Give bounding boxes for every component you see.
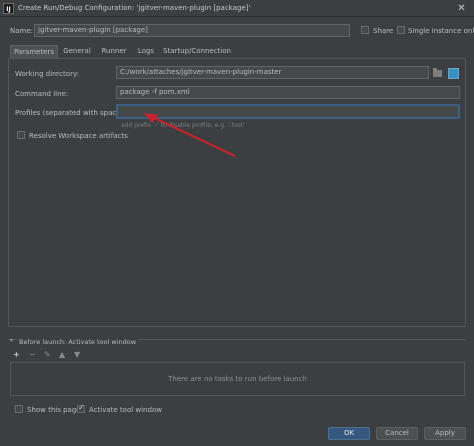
working-directory-label: Working directory: bbox=[15, 70, 79, 78]
move-down-icon[interactable]: ▼ bbox=[74, 350, 80, 360]
annotation-arrow-icon bbox=[144, 113, 236, 157]
close-icon[interactable]: ✕ bbox=[455, 2, 468, 15]
edit-task-icon[interactable]: ✎ bbox=[44, 350, 51, 360]
tab-startup-connection[interactable]: Startup/Connection bbox=[163, 45, 231, 58]
resolve-workspace-label: Resolve Workspace artifacts bbox=[29, 132, 128, 140]
window-title: Create Run/Debug Configuration: 'jgitver… bbox=[18, 4, 251, 12]
tab-runner[interactable]: Runner bbox=[98, 45, 130, 58]
show-page-label: Show this page bbox=[27, 406, 81, 414]
activate-tool-window-checkbox[interactable] bbox=[77, 403, 85, 413]
intellij-app-icon: IJ bbox=[3, 3, 14, 14]
command-line-label: Command line: bbox=[15, 90, 69, 98]
working-directory-input[interactable]: C:/work/attaches/jgitver-maven-plugin-ma… bbox=[116, 66, 429, 79]
apply-button[interactable]: Apply bbox=[424, 427, 466, 440]
move-up-icon[interactable]: ▲ bbox=[59, 350, 65, 360]
share-checkbox[interactable] bbox=[361, 26, 369, 34]
share-label: Share bbox=[373, 27, 394, 35]
before-launch-title: Before launch: Activate tool window bbox=[17, 338, 139, 346]
single-instance-label: Single instance only bbox=[408, 27, 474, 35]
show-page-checkbox[interactable] bbox=[15, 405, 23, 413]
title-bar: IJ Create Run/Debug Configuration: 'jgit… bbox=[0, 0, 474, 17]
name-label: Name: bbox=[10, 27, 34, 35]
folder-icon[interactable] bbox=[433, 68, 442, 77]
remove-task-icon[interactable]: − bbox=[29, 350, 36, 360]
collapse-arrow-icon[interactable]: ▾ bbox=[10, 337, 13, 344]
command-line-input[interactable]: package -f pom.xml bbox=[116, 86, 460, 99]
tab-parameters[interactable]: Parameters bbox=[10, 45, 58, 58]
ok-button[interactable]: OK bbox=[328, 427, 370, 440]
empty-tasks-message: There are no tasks to run before launch bbox=[168, 375, 307, 383]
cancel-button[interactable]: Cancel bbox=[376, 427, 418, 440]
tab-general[interactable]: General bbox=[61, 45, 93, 58]
single-instance-checkbox[interactable] bbox=[397, 26, 405, 34]
parameters-panel bbox=[8, 59, 466, 327]
resolve-workspace-checkbox[interactable] bbox=[17, 131, 25, 139]
add-task-icon[interactable]: + bbox=[13, 350, 20, 360]
tab-logs[interactable]: Logs bbox=[134, 45, 158, 58]
insert-macro-icon[interactable] bbox=[448, 68, 459, 79]
activate-tool-window-label: Activate tool window bbox=[89, 406, 162, 414]
before-launch-task-list[interactable]: There are no tasks to run before launch bbox=[10, 362, 465, 396]
name-input[interactable]: jgitver-maven-plugin [package] bbox=[34, 24, 350, 37]
profiles-label: Profiles (separated with space): bbox=[15, 109, 126, 117]
